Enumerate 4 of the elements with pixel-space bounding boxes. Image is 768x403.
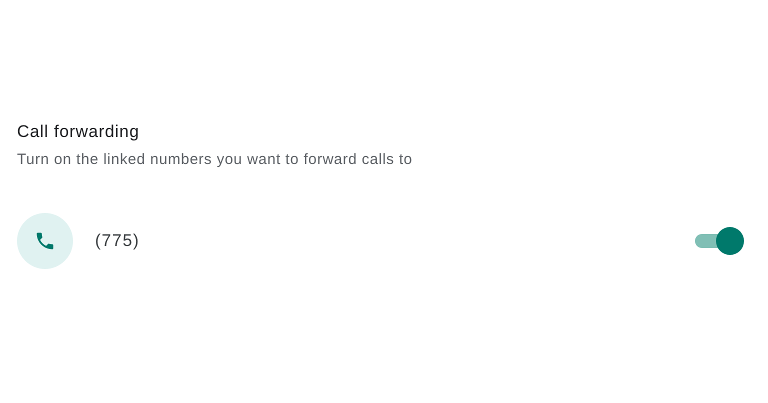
- section-description: Turn on the linked numbers you want to forward calls to: [17, 150, 414, 170]
- section-title: Call forwarding: [17, 121, 140, 143]
- phone-icon: [34, 230, 56, 252]
- phone-number: (775): [95, 231, 141, 251]
